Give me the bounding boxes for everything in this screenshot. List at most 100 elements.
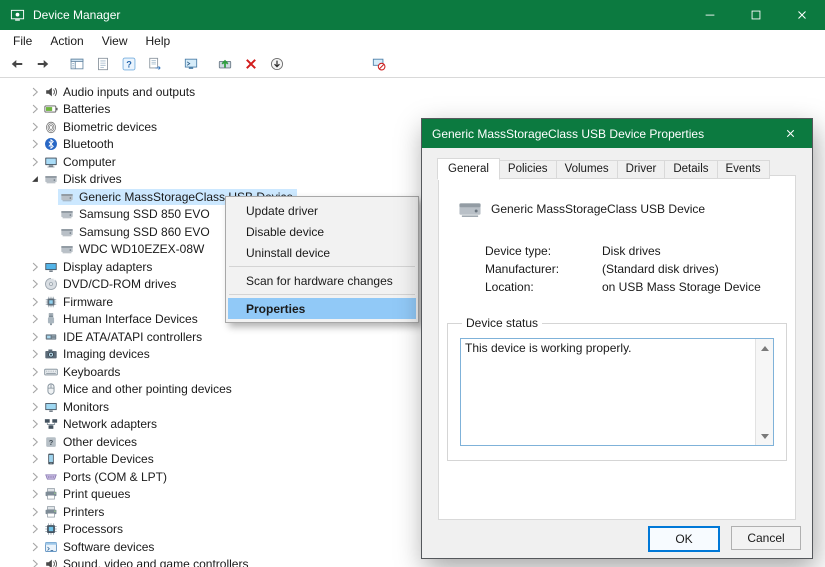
collapsed-chevron-icon[interactable] [28,452,42,466]
context-menu-item-update-driver[interactable]: Update driver [228,200,416,221]
tree-item[interactable]: Audio inputs and outputs [0,83,825,101]
collapsed-chevron-icon[interactable] [28,347,42,361]
collapsed-chevron-icon[interactable] [28,522,42,536]
tab-volumes[interactable]: Volumes [556,160,618,179]
tree-item-content[interactable]: Keyboards [42,364,124,380]
tree-item-content[interactable]: Printers [42,504,108,520]
tree-item-content[interactable]: Human Interface Devices [42,311,202,327]
collapsed-chevron-icon[interactable] [28,365,42,379]
menu-file[interactable]: File [4,31,41,51]
remote-support-icon[interactable] [180,53,202,75]
forward-icon[interactable] [32,53,54,75]
tree-item-content[interactable]: Display adapters [42,259,156,275]
tab-general[interactable]: General [437,158,500,180]
disk-drive-icon [455,196,485,222]
collapsed-chevron-icon[interactable] [28,85,42,99]
collapsed-chevron-icon[interactable] [28,120,42,134]
tree-item-content[interactable]: Disk drives [42,171,126,187]
tree-item-content[interactable]: Biometric devices [42,119,161,135]
tree-item-content[interactable]: ?Other devices [42,434,141,450]
tree-item-content[interactable]: Print queues [42,486,134,502]
tree-item-content[interactable]: Sound, video and game controllers [42,556,252,567]
collapsed-chevron-icon[interactable] [28,260,42,274]
console-tree-icon[interactable] [66,53,88,75]
tab-details[interactable]: Details [664,160,717,179]
collapsed-chevron-icon[interactable] [28,330,42,344]
tab-driver[interactable]: Driver [617,160,666,179]
tree-item[interactable]: Batteries [0,101,825,119]
tree-item-content[interactable]: Audio inputs and outputs [42,84,199,100]
device-status-box[interactable]: This device is working properly. [460,338,774,446]
collapsed-chevron-icon[interactable] [28,470,42,484]
uninstall-icon[interactable] [240,53,262,75]
tab-policies[interactable]: Policies [499,160,557,179]
device-status-label: Device status [462,316,542,330]
collapsed-chevron-icon[interactable] [28,417,42,431]
collapsed-chevron-icon[interactable] [28,400,42,414]
ok-button[interactable]: OK [648,526,720,552]
tree-item-content[interactable]: Software devices [42,539,158,555]
dialog-close-icon[interactable] [768,119,812,148]
context-menu-item-uninstall-device[interactable]: Uninstall device [228,242,416,263]
tree-item-content[interactable]: Monitors [42,399,113,415]
menu-action[interactable]: Action [41,31,92,51]
tree-item-content[interactable]: Samsung SSD 850 EVO [58,206,214,222]
scroll-down-icon[interactable] [758,430,771,442]
chevron-slot [44,190,58,204]
collapsed-chevron-icon[interactable] [28,102,42,116]
menu-view[interactable]: View [93,31,137,51]
tree-item-content[interactable]: Processors [42,521,127,537]
tree-item-label: Keyboards [63,365,120,379]
properties-sheet-icon[interactable] [92,53,114,75]
tree-item-content[interactable]: Imaging devices [42,346,154,362]
collapsed-chevron-icon[interactable] [28,277,42,291]
scroll-up-icon[interactable] [758,342,771,354]
collapsed-chevron-icon[interactable] [28,505,42,519]
collapsed-chevron-icon[interactable] [28,487,42,501]
collapsed-chevron-icon[interactable] [28,155,42,169]
tree-item-content[interactable]: Mice and other pointing devices [42,381,236,397]
tree-item-content[interactable]: Ports (COM & LPT) [42,469,171,485]
tree-item-label: Disk drives [63,172,122,186]
collapsed-chevron-icon[interactable] [28,540,42,554]
collapsed-chevron-icon[interactable] [28,435,42,449]
minimize-icon[interactable] [687,0,733,30]
context-menu-item-properties[interactable]: Properties [228,298,416,319]
tab-events[interactable]: Events [717,160,770,179]
tree-item-content[interactable]: DVD/CD-ROM drives [42,276,180,292]
collapsed-chevron-icon[interactable] [28,295,42,309]
menu-help[interactable]: Help [137,31,180,51]
tree-item-content[interactable]: Samsung SSD 860 EVO [58,224,214,240]
disable-device-icon[interactable] [368,53,390,75]
tree-item-content[interactable]: Portable Devices [42,451,158,467]
collapsed-chevron-icon[interactable] [28,382,42,396]
export-list-icon[interactable] [144,53,166,75]
status-scrollbar[interactable] [755,339,773,445]
expanded-chevron-icon[interactable] [28,172,42,186]
context-menu-item-scan-for-hardware-changes[interactable]: Scan for hardware changes [228,270,416,291]
tree-item-content[interactable]: IDE ATA/ATAPI controllers [42,329,206,345]
cancel-button[interactable]: Cancel [731,526,801,550]
tree-item-content[interactable]: Computer [42,154,120,170]
battery-icon [44,102,58,116]
scan-hardware-icon[interactable] [266,53,288,75]
tree-item-content[interactable]: WDC WD10EZEX-08W [58,241,208,257]
collapsed-chevron-icon[interactable] [28,137,42,151]
close-icon[interactable] [779,0,825,30]
keyboard-icon [44,365,58,379]
context-menu-item-disable-device[interactable]: Disable device [228,221,416,242]
tree-item-label: Computer [63,155,116,169]
update-driver-icon[interactable] [214,53,236,75]
field-label: Device type: [485,244,602,258]
collapsed-chevron-icon[interactable] [28,557,42,567]
tree-item-content[interactable]: Network adapters [42,416,161,432]
tree-item-content[interactable]: Bluetooth [42,136,118,152]
tree-item-content[interactable]: Firmware [42,294,117,310]
tree-item-content[interactable]: Batteries [42,101,114,117]
tree-item-label: Display adapters [63,260,152,274]
help-icon[interactable]: ? [118,53,140,75]
back-icon[interactable] [6,53,28,75]
maximize-icon[interactable] [733,0,779,30]
collapsed-chevron-icon[interactable] [28,312,42,326]
tree-item-label: Software devices [63,540,154,554]
